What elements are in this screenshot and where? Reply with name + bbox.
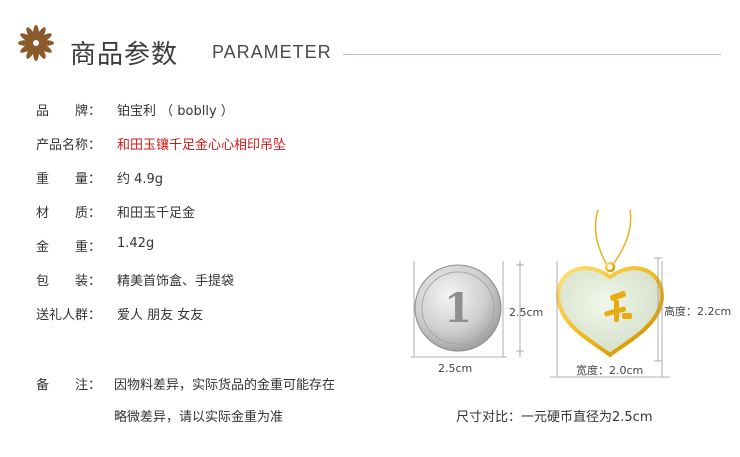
- param-value: 铂宝利 （ boblly ）: [117, 104, 234, 119]
- param-value: 精美首饰盒、手提袋: [117, 274, 235, 289]
- param-value: 和田玉镶千足金心心相印吊坠: [117, 138, 287, 153]
- section-header: 商品参数 PARAMETER: [0, 0, 740, 90]
- chain-image: [594, 209, 632, 266]
- param-value: 爱人 朋友 女友: [117, 308, 204, 323]
- param-label: 材 质：: [36, 206, 102, 221]
- coin-height-label: 2.5cm: [509, 306, 544, 319]
- param-label: 产品名称：: [36, 138, 102, 153]
- pendant-height-label: 高度：2.2cm: [664, 305, 732, 318]
- param-value: 约 4.9g: [117, 172, 164, 187]
- pendant-width-label: 宽度：2.0cm: [576, 364, 644, 377]
- param-value: 和田玉千足金: [117, 206, 196, 221]
- param-label: 送礼人群：: [36, 308, 102, 323]
- svg-text:1: 1: [444, 285, 472, 332]
- header-divider: [343, 54, 721, 55]
- section-subtitle: PARAMETER: [212, 42, 332, 62]
- param-label: 金 重：: [36, 240, 102, 255]
- param-label: 品 牌：: [36, 104, 102, 119]
- flower-icon: [18, 25, 54, 61]
- param-label: 包 装：: [36, 274, 102, 289]
- section-title: 商品参数: [70, 40, 179, 70]
- coin-width-label: 2.5cm: [438, 362, 473, 375]
- param-label: 重 量：: [36, 172, 102, 187]
- note-line-1: 因物料差异，实际货品的金重可能存在: [114, 378, 336, 393]
- param-value: 1.42g: [117, 236, 155, 251]
- note-label: 备 注：: [36, 378, 102, 393]
- pendant-image: [556, 261, 664, 358]
- size-comparison-figure: 1 2.5cm 2.5cm 宽度：2.0cm 高度：2.2cm: [400, 205, 740, 405]
- coin-image: 1: [414, 264, 502, 352]
- size-comparison-caption: 尺寸对比：一元硬币直径为2.5cm: [456, 410, 653, 425]
- note-line-2: 略微差异，请以实际金重为准: [114, 410, 284, 425]
